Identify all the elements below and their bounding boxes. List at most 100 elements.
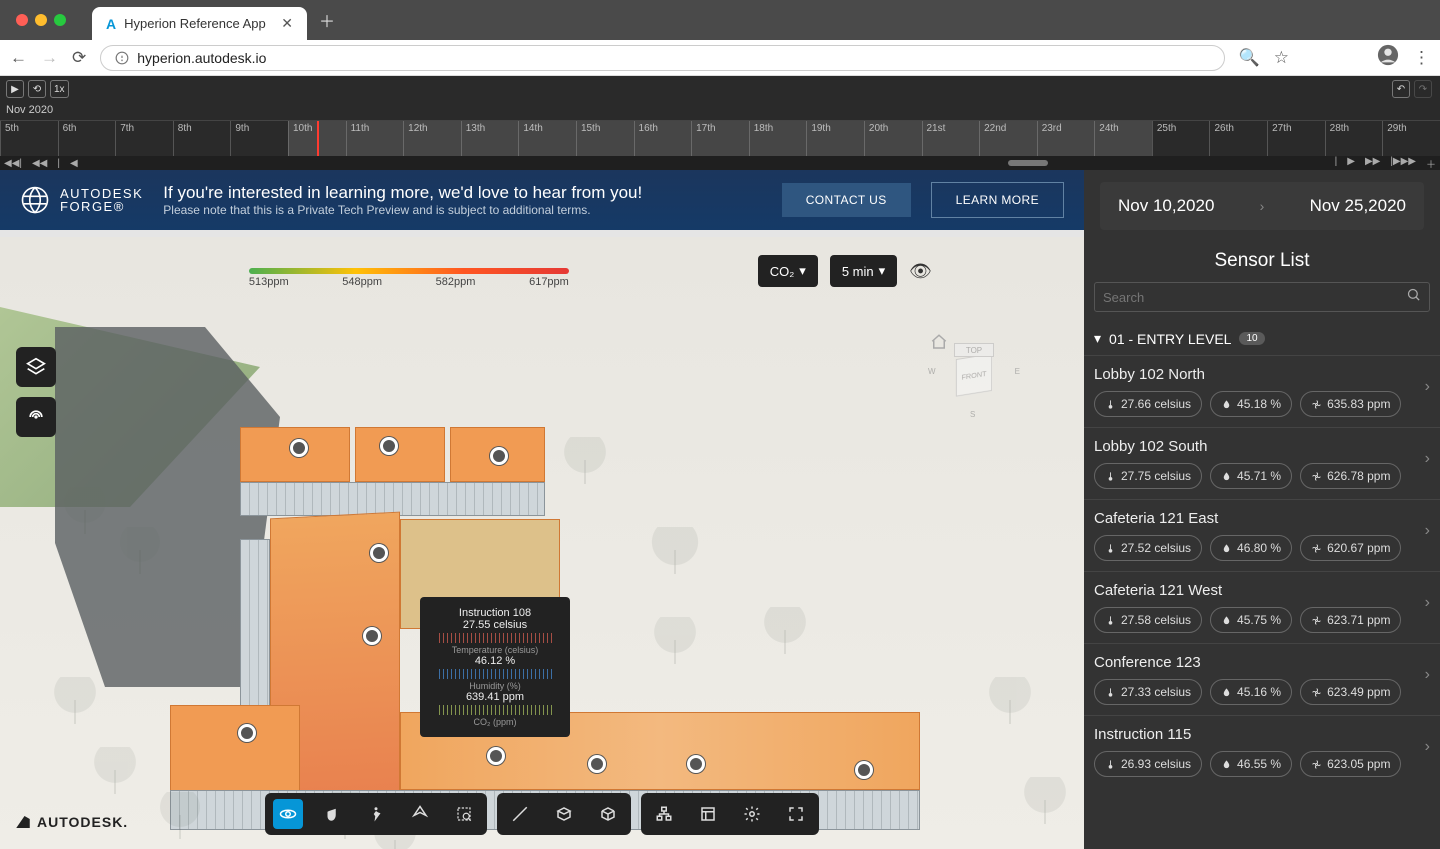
humidity-pill[interactable]: 46.80 % — [1210, 535, 1292, 561]
close-window-button[interactable] — [16, 14, 28, 26]
timeline-tick[interactable]: 29th — [1382, 121, 1440, 156]
viewer-canvas[interactable]: Instruction 108 27.55 celsius Temperatur… — [0, 237, 1084, 849]
sensor-marker[interactable] — [855, 761, 873, 779]
fullscreen-button[interactable] — [781, 799, 811, 829]
co2-pill[interactable]: 626.78 ppm — [1300, 463, 1401, 489]
temp-pill[interactable]: 27.52 celsius — [1094, 535, 1202, 561]
new-tab-button[interactable]: ＋ — [319, 8, 335, 32]
parameter-dropdown[interactable]: CO₂ ▾ — [758, 255, 818, 287]
temp-pill[interactable]: 26.93 celsius — [1094, 751, 1202, 777]
fit-tool-button[interactable] — [449, 799, 479, 829]
timeline-tick[interactable]: 25th — [1152, 121, 1210, 156]
zoom-icon[interactable]: 🔍 — [1239, 48, 1260, 68]
viewcube[interactable]: FRONT TOP W E S — [934, 337, 1014, 417]
sensor-marker[interactable] — [238, 724, 256, 742]
sensor-tool-button[interactable] — [16, 397, 56, 437]
timeline-step-next-icon[interactable]: | — [1335, 156, 1338, 171]
profile-icon[interactable] — [1377, 44, 1399, 71]
timeline-speed-button[interactable]: 1x — [50, 80, 69, 98]
search-input[interactable] — [1103, 290, 1406, 305]
back-button[interactable]: ← — [10, 48, 27, 68]
timeline-tick[interactable]: 26th — [1209, 121, 1267, 156]
timeline-selection-range[interactable] — [288, 121, 1152, 156]
temp-pill[interactable]: 27.33 celsius — [1094, 679, 1202, 705]
co2-pill[interactable]: 620.67 ppm — [1300, 535, 1401, 561]
timeline-tick[interactable]: 27th — [1267, 121, 1325, 156]
timeline-skip-start-icon[interactable]: ◀◀| — [4, 158, 22, 169]
temp-pill[interactable]: 27.75 celsius — [1094, 463, 1202, 489]
layers-tool-button[interactable] — [16, 347, 56, 387]
temp-pill[interactable]: 27.58 celsius — [1094, 607, 1202, 633]
model-tree-button[interactable] — [649, 799, 679, 829]
humidity-pill[interactable]: 45.71 % — [1210, 463, 1292, 489]
humidity-pill[interactable]: 45.75 % — [1210, 607, 1292, 633]
walk-tool-button[interactable] — [361, 799, 391, 829]
sensor-item[interactable]: Lobby 102 North›27.66 celsius45.18 %635.… — [1084, 355, 1440, 427]
timeline-tick[interactable]: 5th — [0, 121, 58, 156]
sensor-marker[interactable] — [290, 439, 308, 457]
learn-more-button[interactable]: LEARN MORE — [931, 182, 1064, 218]
sensor-item[interactable]: Cafeteria 121 West›27.58 celsius45.75 %6… — [1084, 571, 1440, 643]
date-range-picker[interactable]: Nov 10,2020 › Nov 25,2020 — [1100, 182, 1424, 230]
sensor-item[interactable]: Lobby 102 South›27.75 celsius45.71 %626.… — [1084, 427, 1440, 499]
timeline-add-icon[interactable]: ＋ — [1426, 156, 1436, 171]
sensor-item[interactable]: Conference 123›27.33 celsius45.16 %623.4… — [1084, 643, 1440, 715]
minimize-window-button[interactable] — [35, 14, 47, 26]
sensor-marker[interactable] — [490, 447, 508, 465]
reload-button[interactable]: ⟳ — [72, 48, 86, 68]
timeline-play-button[interactable]: ▶ — [6, 80, 24, 98]
timeline-loop-button[interactable]: ⟲ — [28, 80, 46, 98]
timeline-playhead[interactable] — [317, 121, 319, 156]
humidity-pill[interactable]: 46.55 % — [1210, 751, 1292, 777]
timeline-redo-button[interactable]: ↷ — [1414, 80, 1432, 98]
co2-pill[interactable]: 623.71 ppm — [1300, 607, 1401, 633]
humidity-pill[interactable]: 45.16 % — [1210, 679, 1292, 705]
interval-dropdown[interactable]: 5 min ▾ — [830, 255, 897, 287]
timeline-tick[interactable]: 8th — [173, 121, 231, 156]
temp-pill[interactable]: 27.66 celsius — [1094, 391, 1202, 417]
timeline-skip-end-icon[interactable]: |▶▶▶ — [1390, 156, 1416, 171]
contact-us-button[interactable]: CONTACT US — [782, 183, 911, 217]
sensor-marker[interactable] — [380, 437, 398, 455]
sensor-marker[interactable] — [363, 627, 381, 645]
url-field[interactable]: hyperion.autodesk.io — [100, 45, 1224, 71]
settings-button[interactable] — [737, 799, 767, 829]
browser-menu-icon[interactable]: ⋮ — [1413, 48, 1430, 68]
section-tool-button[interactable] — [549, 799, 579, 829]
timeline-step-fwd-many-icon[interactable]: ▶▶ — [1365, 156, 1380, 171]
sensor-search-box[interactable] — [1094, 282, 1430, 312]
timeline-step-fwd-icon[interactable]: ▶ — [1347, 156, 1355, 171]
sensor-marker[interactable] — [370, 544, 388, 562]
co2-pill[interactable]: 623.49 ppm — [1300, 679, 1401, 705]
properties-button[interactable] — [693, 799, 723, 829]
sensor-item[interactable]: Cafeteria 121 East›27.52 celsius46.80 %6… — [1084, 499, 1440, 571]
timeline-undo-button[interactable]: ↶ — [1392, 80, 1410, 98]
pan-tool-button[interactable] — [317, 799, 347, 829]
browser-tab[interactable]: A Hyperion Reference App ✕ — [92, 7, 307, 40]
search-icon[interactable] — [1406, 287, 1421, 307]
camera-tool-button[interactable] — [405, 799, 435, 829]
orbit-tool-button[interactable] — [273, 799, 303, 829]
bookmark-icon[interactable]: ☆ — [1274, 48, 1289, 68]
sensor-marker[interactable] — [687, 755, 705, 773]
maximize-window-button[interactable] — [54, 14, 66, 26]
tab-close-icon[interactable]: ✕ — [281, 15, 293, 32]
visibility-toggle-icon[interactable]: 👁 — [909, 261, 932, 282]
humidity-pill[interactable]: 45.18 % — [1210, 391, 1292, 417]
timeline-step-back-many-icon[interactable]: ◀◀ — [32, 158, 47, 169]
timeline-ruler[interactable]: 5th6th7th8th9th10th11th12th13th14th15th1… — [0, 120, 1440, 156]
timeline-step-back-icon[interactable]: | — [57, 158, 60, 169]
forward-button[interactable]: → — [41, 48, 58, 68]
sensor-group-header[interactable]: ▾ 01 - ENTRY LEVEL 10 — [1084, 322, 1440, 355]
measure-tool-button[interactable] — [505, 799, 535, 829]
timeline-tick[interactable]: 28th — [1325, 121, 1383, 156]
sensor-marker[interactable] — [487, 747, 505, 765]
timeline-tick[interactable]: 6th — [58, 121, 116, 156]
co2-pill[interactable]: 623.05 ppm — [1300, 751, 1401, 777]
co2-pill[interactable]: 635.83 ppm — [1300, 391, 1401, 417]
explode-tool-button[interactable] — [593, 799, 623, 829]
timeline-tick[interactable]: 7th — [115, 121, 173, 156]
sensor-marker[interactable] — [588, 755, 606, 773]
timeline-step-prev-icon[interactable]: ◀ — [70, 158, 78, 169]
timeline-tick[interactable]: 9th — [230, 121, 288, 156]
